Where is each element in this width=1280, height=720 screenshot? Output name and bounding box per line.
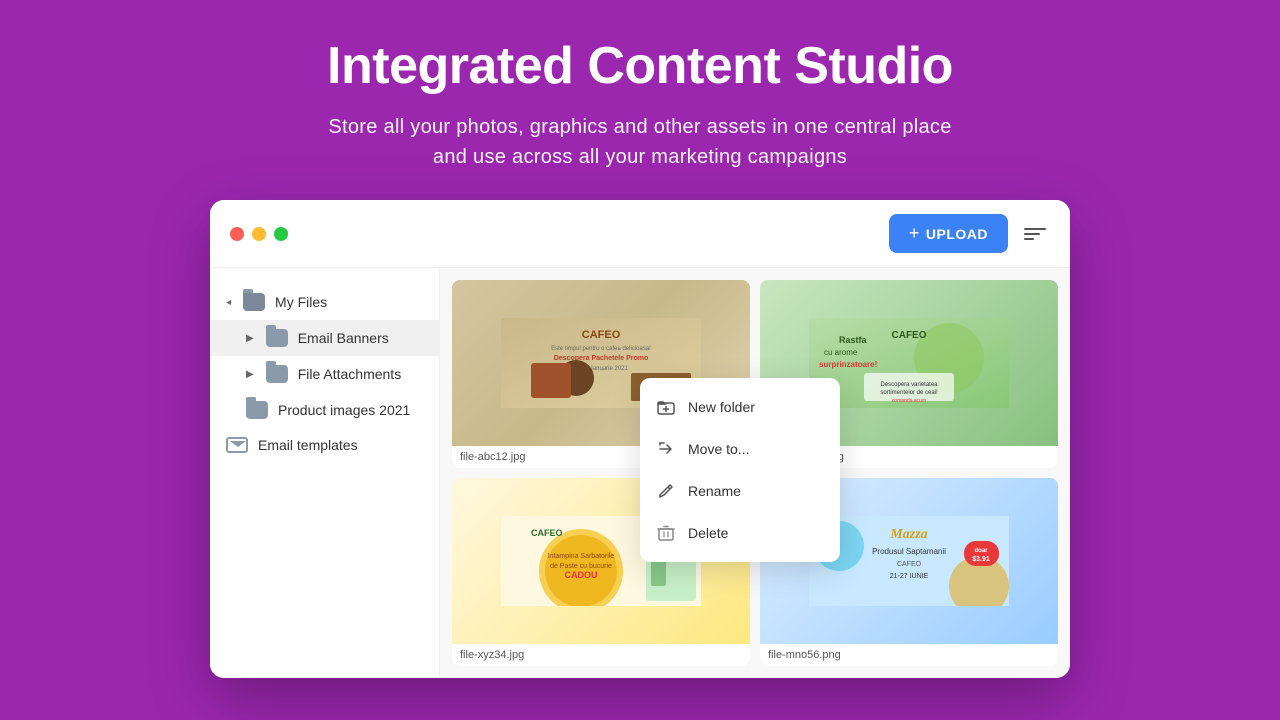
sidebar-label: File Attachments [298, 366, 402, 382]
context-menu-rename[interactable]: Rename [640, 470, 840, 512]
svg-text:cu arome: cu arome [824, 348, 858, 357]
sidebar-label: Email Banners [298, 330, 389, 346]
svg-text:CAFEO: CAFEO [531, 528, 563, 538]
hero-title: Integrated Content Studio [327, 36, 953, 96]
app-window: + UPLOAD ▾ My Files ▶ Email Banne [210, 200, 1070, 678]
my-files-label: My Files [275, 294, 327, 310]
svg-text:doar: doar [974, 548, 988, 554]
context-menu-delete[interactable]: Delete [640, 512, 840, 554]
delete-icon [656, 523, 676, 543]
sidebar-label: Email templates [258, 437, 358, 453]
hero-subtitle: Store all your photos, graphics and othe… [327, 112, 953, 172]
svg-text:CAFEO: CAFEO [582, 329, 621, 341]
maximize-button[interactable] [274, 227, 288, 241]
sidebar-item-email-templates[interactable]: Email templates [210, 428, 439, 462]
chevron-down-icon: ▾ [223, 299, 234, 304]
sidebar-item-email-banners[interactable]: ▶ Email Banners [210, 320, 439, 356]
filter-line-3 [1024, 238, 1034, 240]
folder-icon [266, 329, 288, 347]
svg-text:CAFEO: CAFEO [897, 561, 922, 568]
svg-text:CAFEO: CAFEO [892, 330, 927, 341]
context-menu: New folder Move to... [640, 378, 840, 562]
context-menu-move-to[interactable]: Move to... [640, 428, 840, 470]
svg-text:Intampina Sarbatorile: Intampina Sarbatorile [548, 553, 615, 560]
context-menu-item-label: Delete [688, 525, 728, 541]
titlebar: + UPLOAD [210, 200, 1070, 268]
folder-icon [243, 293, 265, 311]
new-folder-icon [656, 397, 676, 417]
filter-button[interactable] [1020, 224, 1050, 244]
chevron-right-icon: ▶ [246, 333, 254, 344]
sidebar-label: Product images 2021 [278, 402, 410, 418]
close-button[interactable] [230, 227, 244, 241]
context-menu-item-label: Rename [688, 483, 741, 499]
image-filename: file-mno56.png [760, 644, 1058, 666]
upload-button[interactable]: + UPLOAD [889, 214, 1008, 253]
svg-text:Produsul Saptamanii: Produsul Saptamanii [872, 547, 946, 556]
sidebar-item-product-images[interactable]: Product images 2021 [210, 392, 439, 428]
svg-text:Este timpul pentru o cafea del: Este timpul pentru o cafea delicioasa! [551, 346, 651, 352]
hero-section: Integrated Content Studio Store all your… [307, 0, 973, 200]
app-body: ▾ My Files ▶ Email Banners ▶ File Attach… [210, 268, 1070, 678]
traffic-lights [230, 227, 288, 241]
svg-text:sortimentelor de ceai!: sortimentelor de ceai! [880, 390, 938, 396]
minimize-button[interactable] [252, 227, 266, 241]
svg-text:CADOU: CADOU [565, 570, 598, 580]
svg-text:Descopera varietatea: Descopera varietatea [880, 382, 938, 388]
svg-text:Mazza: Mazza [889, 527, 927, 542]
svg-text:comanda acum: comanda acum [892, 398, 926, 404]
sidebar-item-my-files[interactable]: ▾ My Files [210, 284, 439, 320]
move-to-icon [656, 439, 676, 459]
main-content: CAFEO Este timpul pentru o cafea delicio… [440, 268, 1070, 678]
upload-plus-icon: + [909, 223, 920, 244]
svg-text:21-27 IUNIE: 21-27 IUNIE [890, 573, 929, 580]
svg-text:Descopera Pachetele Promo: Descopera Pachetele Promo [554, 355, 649, 362]
context-menu-new-folder[interactable]: New folder [640, 386, 840, 428]
sidebar-item-file-attachments[interactable]: ▶ File Attachments [210, 356, 439, 392]
mail-icon [226, 437, 248, 453]
context-menu-item-label: Move to... [688, 441, 749, 457]
svg-text:Rastfa: Rastfa [839, 335, 868, 345]
context-menu-item-label: New folder [688, 399, 755, 415]
folder-icon [246, 401, 268, 419]
svg-text:$3.91: $3.91 [972, 556, 990, 563]
image-filename: file-xyz34.jpg [452, 644, 750, 666]
chevron-right-icon: ▶ [246, 369, 254, 380]
filter-line-1 [1024, 228, 1046, 230]
svg-text:de Paste cu bucurie: de Paste cu bucurie [550, 563, 612, 570]
sidebar: ▾ My Files ▶ Email Banners ▶ File Attach… [210, 268, 440, 678]
titlebar-actions: + UPLOAD [889, 214, 1050, 253]
rename-icon [656, 481, 676, 501]
svg-text:surprinzatoare!: surprinzatoare! [819, 360, 877, 369]
folder-icon [266, 365, 288, 383]
filter-line-2 [1024, 233, 1040, 235]
upload-label: UPLOAD [926, 226, 988, 242]
